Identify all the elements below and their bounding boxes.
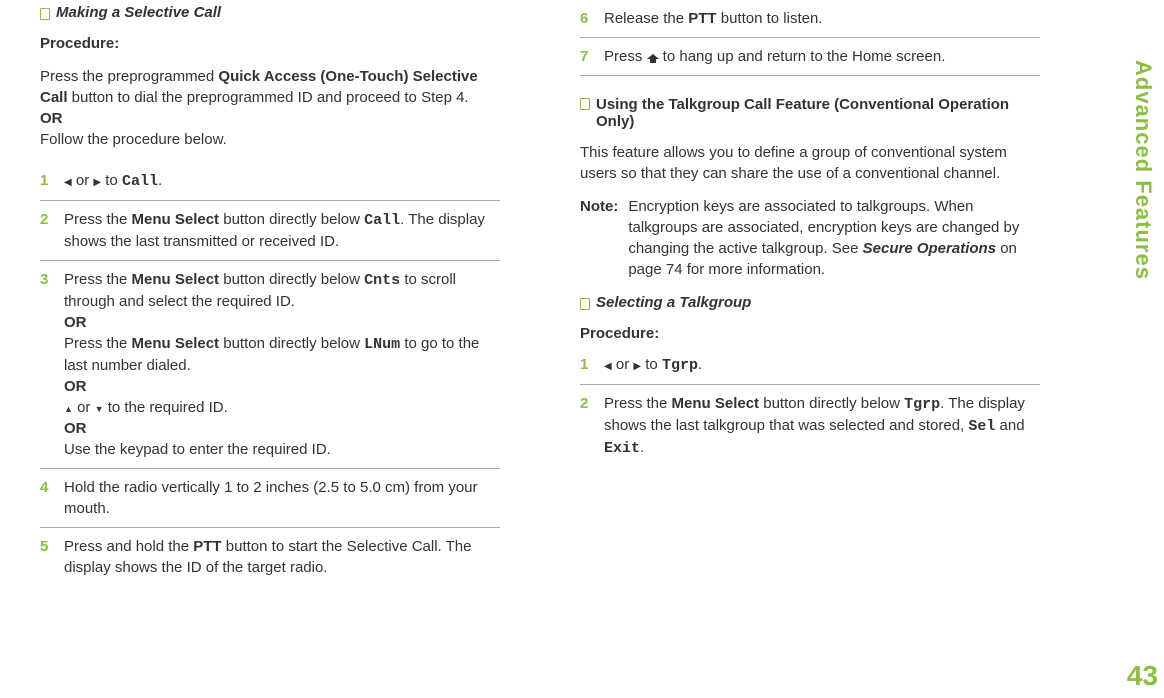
section-making-selective-call: Making a Selective Call xyxy=(40,4,500,21)
tgrp-code: Tgrp xyxy=(662,357,698,374)
t: Use the keypad to enter the required ID. xyxy=(64,441,331,458)
arrow-down-icon xyxy=(95,399,104,416)
lnum-code: LNum xyxy=(364,336,400,353)
step-number: 6 xyxy=(580,8,594,29)
procedure-label: Procedure: xyxy=(580,325,1040,342)
step-number: 4 xyxy=(40,477,54,519)
t: button directly below xyxy=(759,395,904,412)
arrow-right-icon xyxy=(93,172,101,189)
ptt-bold: PTT xyxy=(688,10,716,27)
document-icon xyxy=(40,8,50,20)
step-1: 1 or to Call. xyxy=(40,162,500,201)
document-icon xyxy=(580,298,590,310)
t: button directly below xyxy=(219,211,364,228)
note-label: Note: xyxy=(580,196,618,280)
menu-select-bold: Menu Select xyxy=(132,271,220,288)
intro-c: Follow the procedure below. xyxy=(40,131,227,148)
section-talkgroup-call-feature: Using the Talkgroup Call Feature (Conven… xyxy=(580,96,1040,130)
step-body: or to Call. xyxy=(64,170,500,192)
sel-code: Sel xyxy=(968,418,995,435)
step-6: 6 Release the PTT button to listen. xyxy=(580,0,1040,38)
intro-b: button to dial the preprogrammed ID and … xyxy=(68,89,469,106)
step-4: 4 Hold the radio vertically 1 to 2 inche… xyxy=(40,469,500,528)
step-body: Press the Menu Select button directly be… xyxy=(604,393,1040,459)
section-selecting-talkgroup: Selecting a Talkgroup xyxy=(580,294,1040,311)
sidebar-section-label: Advanced Features xyxy=(1130,60,1156,280)
arrow-up-icon xyxy=(64,399,73,416)
section-title-text: Selecting a Talkgroup xyxy=(596,294,751,311)
period: . xyxy=(698,356,702,373)
step-number: 2 xyxy=(40,209,54,252)
t: button directly below xyxy=(219,271,364,288)
step-3: 3 Press the Menu Select button directly … xyxy=(40,261,500,469)
period: . xyxy=(158,172,162,189)
step-number: 5 xyxy=(40,536,54,578)
t: . xyxy=(640,439,644,456)
t: Release the xyxy=(604,10,688,27)
section2-body: This feature allows you to define a grou… xyxy=(580,142,1040,184)
section-title-text: Making a Selective Call xyxy=(56,4,221,21)
or-text: or xyxy=(72,172,94,189)
step-body: Release the PTT button to listen. xyxy=(604,8,1040,29)
arrow-left-icon xyxy=(64,172,72,189)
call-code: Call xyxy=(122,173,158,190)
tg-step-2: 2 Press the Menu Select button directly … xyxy=(580,385,1040,467)
ptt-bold: PTT xyxy=(193,538,221,555)
t: Press the xyxy=(604,395,672,412)
t: and xyxy=(995,417,1024,434)
or-label: OR xyxy=(40,110,63,127)
step-2: 2 Press the Menu Select button directly … xyxy=(40,201,500,261)
step-number: 1 xyxy=(580,354,594,376)
to-text: to xyxy=(641,356,662,373)
t: Press the xyxy=(64,271,132,288)
menu-select-bold: Menu Select xyxy=(132,211,220,228)
t: to hang up and return to the Home screen… xyxy=(659,48,946,65)
arrow-left-icon xyxy=(604,356,612,373)
step-body: Press the Menu Select button directly be… xyxy=(64,269,500,460)
step-body: or to Tgrp. xyxy=(604,354,1040,376)
or-label: OR xyxy=(64,378,87,395)
note-body: Encryption keys are associated to talkgr… xyxy=(628,196,1040,280)
intro-a: Press the preprogrammed xyxy=(40,68,218,85)
arrow-right-icon xyxy=(633,356,641,373)
section-title-text: Using the Talkgroup Call Feature (Conven… xyxy=(596,96,1040,130)
t: button directly below xyxy=(219,335,364,352)
tgrp-code: Tgrp xyxy=(904,396,940,413)
or-label: OR xyxy=(64,420,87,437)
or-text: or xyxy=(612,356,634,373)
document-icon xyxy=(580,98,590,110)
t: Press xyxy=(604,48,647,65)
exit-code: Exit xyxy=(604,440,640,457)
step-number: 7 xyxy=(580,46,594,67)
step-number: 1 xyxy=(40,170,54,192)
note-block: Note: Encryption keys are associated to … xyxy=(580,196,1040,280)
step-5: 5 Press and hold the PTT button to start… xyxy=(40,528,500,586)
home-icon xyxy=(647,51,659,63)
menu-select-bold: Menu Select xyxy=(672,395,760,412)
t: Press the xyxy=(64,335,132,352)
tg-step-1: 1 or to Tgrp. xyxy=(580,346,1040,385)
intro-paragraph: Press the preprogrammed Quick Access (On… xyxy=(40,66,500,150)
t: to the required ID. xyxy=(104,399,228,416)
t: Press the xyxy=(64,211,132,228)
step-body: Press to hang up and return to the Home … xyxy=(604,46,1040,67)
menu-select-bold: Menu Select xyxy=(132,335,220,352)
t: button to listen. xyxy=(717,10,823,27)
step-body: Press the Menu Select button directly be… xyxy=(64,209,500,252)
secure-operations-ref: Secure Operations xyxy=(863,240,996,257)
step-number: 2 xyxy=(580,393,594,459)
page-number: 43 xyxy=(1127,660,1158,692)
procedure-label: Procedure: xyxy=(40,35,500,52)
to-text: to xyxy=(101,172,122,189)
or-text: or xyxy=(73,399,95,416)
step-number: 3 xyxy=(40,269,54,460)
or-label: OR xyxy=(64,314,87,331)
step-body: Hold the radio vertically 1 to 2 inches … xyxy=(64,477,500,519)
call-code: Call xyxy=(364,212,400,229)
step-body: Press and hold the PTT button to start t… xyxy=(64,536,500,578)
t: Press and hold the xyxy=(64,538,193,555)
cnts-code: Cnts xyxy=(364,272,400,289)
step-7: 7 Press to hang up and return to the Hom… xyxy=(580,38,1040,76)
